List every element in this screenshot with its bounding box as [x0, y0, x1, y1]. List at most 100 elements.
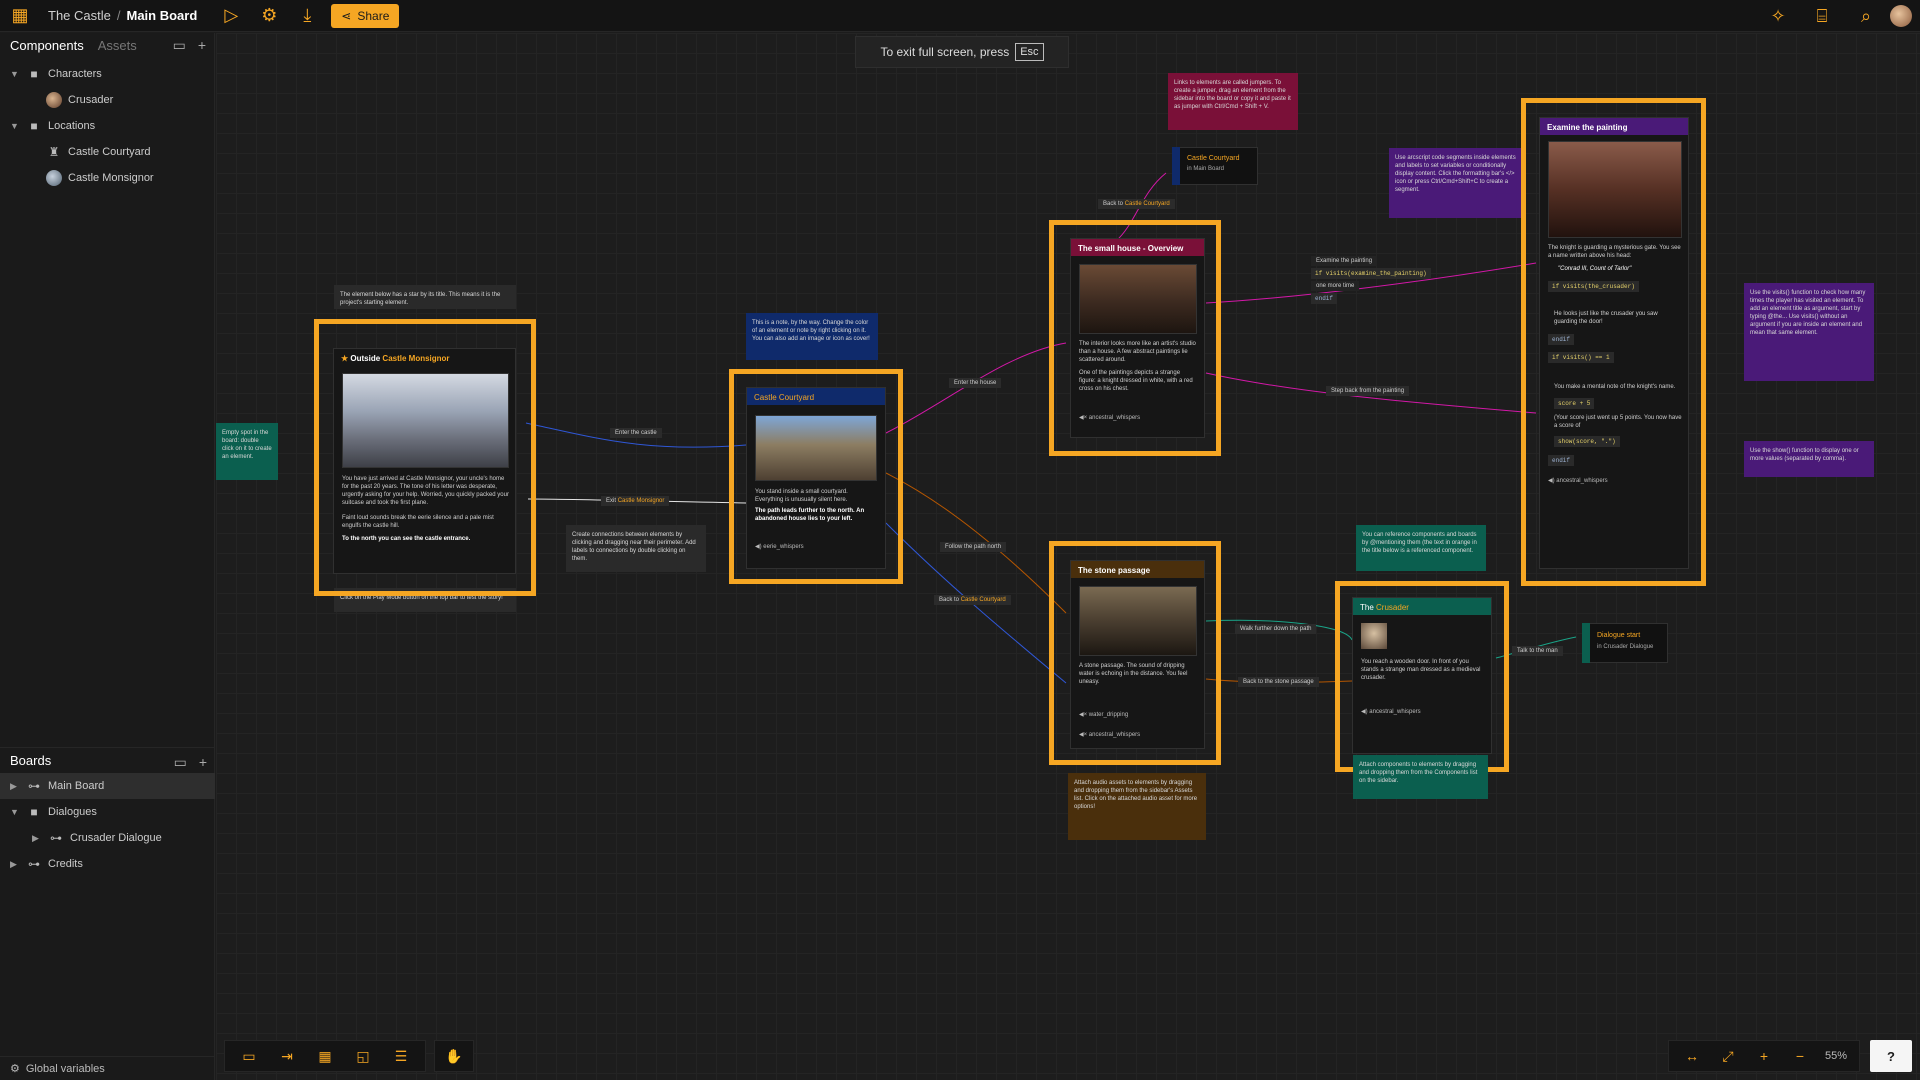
note-starting-element[interactable]: The element below has a star by its titl… — [334, 285, 516, 309]
zoom-in-icon[interactable]: + — [1749, 1044, 1779, 1068]
tree-item-castle-monsignor[interactable]: Castle Monsignor — [0, 165, 214, 191]
tree-folder-dialogues[interactable]: ▼ ■ Dialogues — [0, 799, 215, 825]
audio-label: ancestral_whispers — [1369, 709, 1421, 715]
note-references[interactable]: You can reference components and boards … — [1356, 525, 1486, 571]
share-button[interactable]: ⋖ Share — [331, 3, 400, 28]
label-exit[interactable]: Exit Castle Monsignor — [601, 496, 670, 506]
chevron-down-icon: ▼ — [10, 69, 19, 79]
label-enter-castle[interactable]: Enter the castle — [610, 428, 662, 438]
label-follow-path[interactable]: Follow the path north — [940, 542, 1007, 552]
label-examine-more: one more time — [1311, 281, 1360, 291]
title-link[interactable]: Castle Monsignor — [382, 354, 449, 363]
jumper-dialogue-start[interactable]: Dialogue start in Crusader Dialogue — [1582, 623, 1668, 663]
fit-width-icon[interactable]: ↔ — [1677, 1044, 1707, 1068]
tree-board-crusader-dialogue[interactable]: ▶ ⊶ Crusader Dialogue — [0, 825, 215, 851]
note-arcscript[interactable]: Use arcscript code segments inside eleme… — [1389, 148, 1523, 218]
search-icon[interactable]: ⌕ — [1854, 4, 1878, 28]
fullscreen-text: To exit full screen, press — [880, 45, 1010, 59]
audio-label: ancestral_whispers — [1088, 732, 1141, 738]
global-variables-button[interactable]: ⚙ Global variables — [0, 1056, 215, 1080]
note-visits[interactable]: Use the visits() function to check how m… — [1744, 283, 1874, 381]
audio-attachment[interactable]: ◀× water_dripping — [1079, 711, 1128, 718]
play-icon[interactable]: ▷ — [219, 4, 243, 28]
title-prefix: The — [1360, 603, 1374, 612]
note-blue[interactable]: This is a note, by the way. Change the c… — [746, 313, 878, 360]
add-comment-icon[interactable]: ☰ — [385, 1044, 417, 1068]
zoom-out-icon[interactable]: − — [1785, 1044, 1815, 1068]
folder-label: Characters — [48, 68, 102, 80]
jumper-subtitle: in Main Board — [1187, 166, 1225, 172]
tree-folder-characters[interactable]: ▼ ■ Characters — [0, 61, 214, 87]
note-show[interactable]: Use the show() function to display one o… — [1744, 441, 1874, 477]
fullscreen-icon[interactable]: ⤢ — [1713, 1044, 1743, 1068]
tab-assets[interactable]: Assets — [98, 38, 137, 53]
chevron-right-icon: ▶ — [10, 780, 17, 791]
note-audio[interactable]: Attach audio assets to elements by dragg… — [1068, 773, 1206, 840]
add-element-icon[interactable]: ▭ — [233, 1044, 265, 1068]
new-folder-icon[interactable]: ▭ — [173, 37, 186, 54]
user-avatar[interactable] — [1890, 5, 1912, 27]
add-jumper-icon[interactable]: ⇥ — [271, 1044, 303, 1068]
board-name[interactable]: Main Board — [127, 8, 198, 23]
add-table-icon[interactable]: ▦ — [309, 1044, 341, 1068]
zoom-level[interactable]: 55% — [1821, 1050, 1851, 1062]
label-enter-house[interactable]: Enter the house — [949, 378, 1002, 388]
speaker-icon: ◀× — [1079, 415, 1088, 421]
board-canvas[interactable]: To exit full screen, press Esc Empty spo… — [216, 33, 1920, 1080]
tree-board-main[interactable]: ▶ ⊶ Main Board — [0, 773, 215, 799]
share-label: Share — [357, 8, 390, 23]
label-back-to-courtyard[interactable]: Back to Castle Courtyard — [1098, 199, 1175, 209]
sparkle-icon[interactable]: ✧ — [1766, 4, 1790, 28]
label-talk-man[interactable]: Talk to the man — [1512, 646, 1563, 656]
add-icon[interactable]: + — [199, 754, 207, 771]
element-stone-passage[interactable]: The stone passage A stone passage. The s… — [1070, 560, 1205, 749]
element-castle-courtyard[interactable]: Castle Courtyard You stand inside a smal… — [746, 387, 886, 569]
label-examine-painting[interactable]: Examine the painting — [1311, 256, 1378, 266]
tab-components[interactable]: Components — [10, 38, 84, 53]
comments-icon[interactable]: ⌸ — [1810, 4, 1834, 28]
note-components[interactable]: Attach components to elements by draggin… — [1353, 755, 1488, 799]
label-back-stone[interactable]: Back to the stone passage — [1238, 677, 1319, 687]
zoom-toolbar: ↔ ⤢ + − 55% — [1667, 1040, 1860, 1072]
tree-board-credits[interactable]: ▶ ⊶ Credits — [0, 851, 215, 877]
note-connections[interactable]: Create connections between elements by c… — [566, 525, 706, 572]
speaker-icon: ◀× — [1079, 712, 1088, 718]
element-outside-castle[interactable]: ★ Outside Castle Monsignor You have just… — [333, 348, 516, 574]
label-back-to[interactable]: Back to Castle Courtyard — [934, 595, 1011, 605]
element-crusader[interactable]: The Crusader You reach a wooden door. In… — [1352, 597, 1492, 754]
audio-attachment[interactable]: ◀) ancestral_whispers — [1548, 477, 1608, 484]
speaker-icon: ◀) — [1361, 709, 1368, 715]
new-folder-icon[interactable]: ▭ — [174, 754, 187, 771]
label-walk-further[interactable]: Walk further down the path — [1235, 624, 1317, 634]
element-small-house[interactable]: The small house - Overview The interior … — [1070, 238, 1205, 438]
audio-attachment[interactable]: ◀) eerie_whispers — [755, 543, 804, 550]
jumper-castle-courtyard[interactable]: Castle Courtyard in Main Board — [1172, 147, 1258, 185]
grid-menu-icon[interactable]: ▦ — [8, 4, 32, 28]
title-link[interactable]: Crusader — [1376, 603, 1409, 612]
chevron-right-icon: ▶ — [32, 832, 39, 843]
tree-item-crusader[interactable]: Crusader — [0, 87, 214, 113]
gear-icon[interactable]: ⚙ — [257, 4, 281, 28]
title-prefix: Outside — [350, 354, 381, 363]
add-note-icon[interactable]: ◱ — [347, 1044, 379, 1068]
note-jumpers[interactable]: Links to elements are called jumpers. To… — [1168, 73, 1298, 130]
audio-attachment[interactable]: ◀) ancestral_whispers — [1361, 708, 1421, 715]
item-label: Castle Courtyard — [68, 146, 151, 158]
board-label: Crusader Dialogue — [70, 832, 162, 844]
note-empty-spot[interactable]: Empty spot in the board: double click on… — [216, 423, 278, 480]
tree-item-castle-courtyard[interactable]: ♜ Castle Courtyard — [0, 139, 214, 165]
element-examine-painting[interactable]: Examine the painting The knight is guard… — [1539, 117, 1689, 569]
tree-folder-locations[interactable]: ▼ ■ Locations — [0, 113, 214, 139]
element-title: The Crusader — [1353, 598, 1491, 615]
label-step-back[interactable]: Step back from the painting — [1326, 386, 1410, 396]
project-name[interactable]: The Castle — [48, 8, 111, 23]
audio-attachment[interactable]: ◀× ancestral_whispers — [1079, 414, 1140, 421]
hand-tool-icon[interactable]: ✋ — [434, 1040, 474, 1072]
download-icon[interactable]: ⤓ — [295, 4, 319, 28]
component-avatar[interactable] — [1361, 623, 1387, 649]
audio-label: eerie_whispers — [763, 544, 804, 550]
audio-attachment[interactable]: ◀× ancestral_whispers — [1079, 731, 1140, 738]
folder-icon: ■ — [30, 805, 38, 819]
help-button[interactable]: ? — [1870, 1040, 1912, 1072]
add-icon[interactable]: + — [198, 37, 206, 54]
